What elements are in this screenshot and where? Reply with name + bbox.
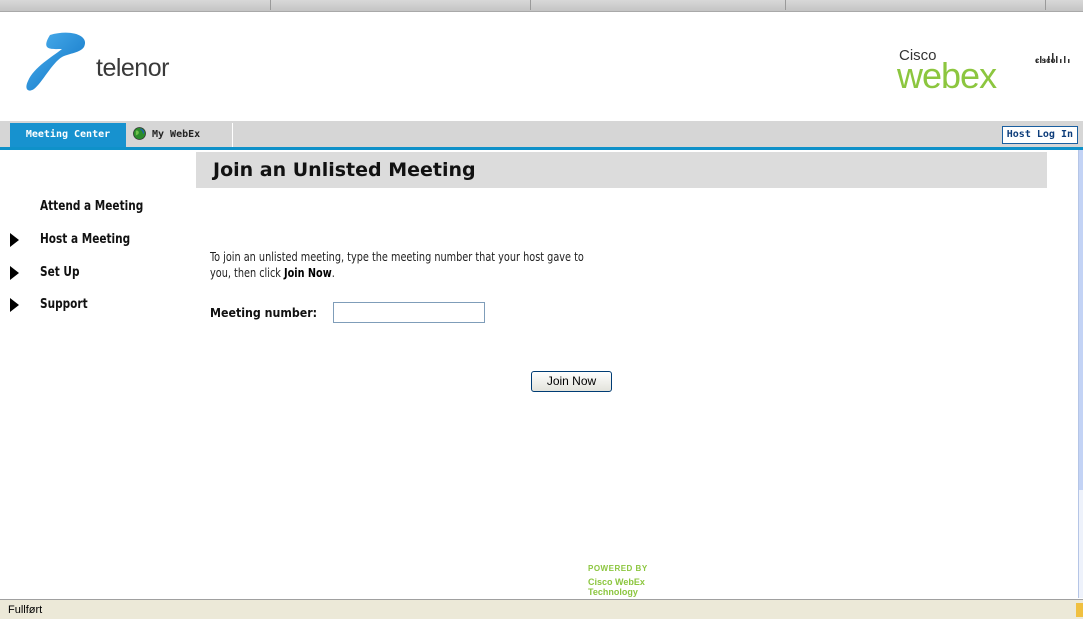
status-text: Fullført: [8, 604, 43, 616]
sidebar-item-support[interactable]: Support: [40, 295, 88, 315]
sidebar-item-attend-meeting[interactable]: Attend a Meeting: [40, 197, 143, 217]
instructions-bold: Join Now: [284, 266, 332, 280]
instructions-part1: To join an unlisted meeting, type the me…: [210, 250, 584, 280]
sidebar-item-set-up[interactable]: Set Up: [40, 263, 80, 283]
instructions-text: To join an unlisted meeting, type the me…: [210, 249, 588, 281]
tab-my-webex-label: My WebEx: [152, 129, 201, 140]
telenor-brand-text: telenor: [96, 54, 169, 82]
cisco-mark-text: cisco: [1035, 56, 1056, 65]
expand-arrow-icon[interactable]: [10, 266, 19, 280]
scrollbar-thumb[interactable]: [1079, 150, 1083, 490]
page-title-bar: Join an Unlisted Meeting: [196, 152, 1047, 188]
join-now-button[interactable]: Join Now: [531, 371, 612, 392]
powered-by-sub: Cisco WebEx Technology: [588, 577, 645, 597]
toolbar-segment: [785, 0, 1046, 10]
toolbar-segment: [530, 0, 786, 10]
globe-icon: [133, 127, 146, 140]
tab-my-webex[interactable]: My WebEx: [133, 123, 200, 147]
instructions-part2: .: [331, 266, 335, 280]
browser-toolbar-strip: [0, 0, 1083, 12]
webex-page: telenor Cisco webex cisco Meeting Center: [0, 0, 1083, 619]
site-header: telenor Cisco webex cisco: [0, 12, 1083, 120]
webex-wordmark: webex: [897, 55, 997, 96]
expand-arrow-icon[interactable]: [10, 298, 19, 312]
powered-by-label: POWERED BY: [588, 564, 648, 573]
sidebar-item-host-meeting[interactable]: Host a Meeting: [40, 230, 130, 250]
tab-meeting-center[interactable]: Meeting Center: [10, 123, 126, 147]
tab-separator: [232, 123, 233, 147]
toolbar-segment: [0, 0, 271, 10]
expand-arrow-icon[interactable]: [10, 233, 19, 247]
host-login-button[interactable]: Host Log In: [1001, 126, 1078, 144]
page-title: Join an Unlisted Meeting: [213, 159, 476, 181]
lock-icon: [1076, 603, 1083, 617]
toolbar-segment: [270, 0, 531, 10]
top-nav-bar: Meeting Center My WebEx Host Log In: [0, 121, 1083, 150]
meeting-number-input[interactable]: [333, 302, 485, 323]
browser-status-bar: Fullført: [0, 599, 1083, 619]
meeting-number-label: Meeting number:: [210, 306, 318, 320]
